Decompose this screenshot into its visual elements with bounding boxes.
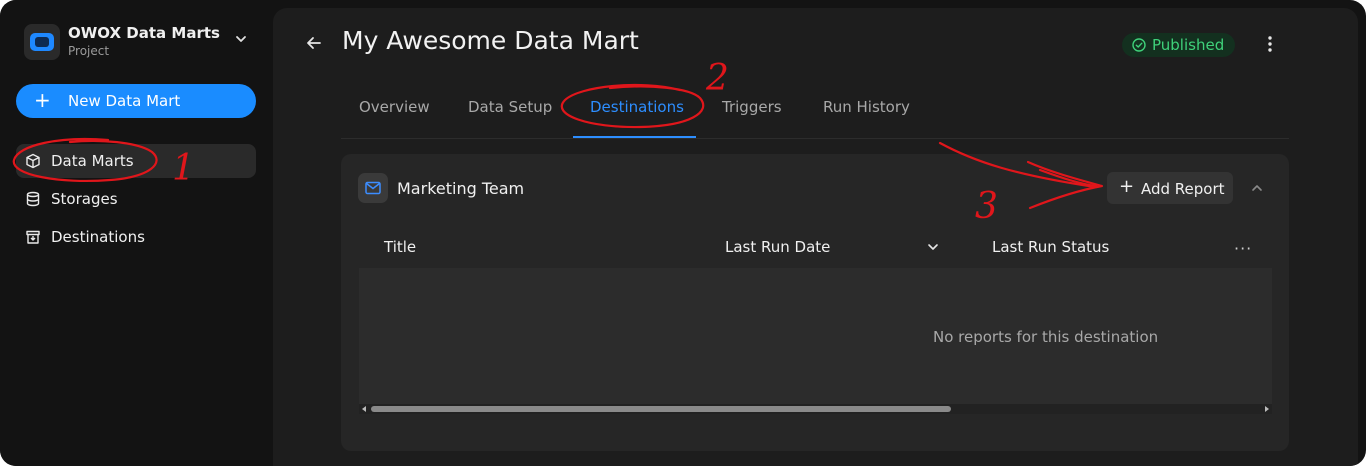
column-header-title[interactable]: Title [384, 238, 416, 256]
project-switcher[interactable]: OWOX Data Marts Project [24, 22, 256, 62]
tab-data-setup[interactable]: Data Setup [468, 98, 552, 116]
sidebar-item-data-marts[interactable]: Data Marts [16, 144, 256, 178]
sidebar: OWOX Data Marts Project + New Data Mart … [0, 0, 272, 466]
destination-panel: Marketing Team + Add Report Title Last R… [341, 154, 1289, 451]
project-logo [24, 24, 60, 60]
destination-type-badge [358, 173, 388, 203]
project-name: OWOX Data Marts [68, 24, 220, 42]
status-badge: Published [1122, 33, 1236, 57]
chevron-down-icon[interactable] [926, 240, 940, 254]
database-icon [26, 191, 40, 207]
app-window: OWOX Data Marts Project + New Data Mart … [0, 0, 1366, 466]
destination-icon [26, 230, 40, 244]
add-report-button[interactable]: + Add Report [1107, 172, 1233, 204]
sidebar-item-label: Data Marts [51, 152, 134, 170]
column-header-last-run-status[interactable]: Last Run Status [992, 238, 1109, 256]
sidebar-item-destinations[interactable]: Destinations [16, 220, 256, 254]
project-subtitle: Project [68, 44, 110, 58]
new-data-mart-button[interactable]: + New Data Mart [16, 84, 256, 118]
tab-overview[interactable]: Overview [359, 98, 430, 116]
active-tab-indicator [573, 136, 696, 138]
column-options-icon[interactable]: ··· [1234, 239, 1252, 258]
sidebar-item-storages[interactable]: Storages [16, 182, 256, 216]
check-circle-icon [1132, 38, 1146, 52]
cube-icon [26, 153, 40, 169]
scrollbar-thumb[interactable] [371, 406, 951, 412]
chevron-down-icon[interactable] [234, 32, 248, 46]
tab-bar: Overview Data Setup Destinations Trigger… [341, 90, 1289, 139]
sidebar-item-label: Destinations [51, 228, 145, 246]
main-content: My Awesome Data Mart Published Overview … [273, 8, 1358, 466]
status-label: Published [1152, 36, 1225, 54]
back-arrow-icon[interactable] [305, 34, 323, 52]
horizontal-scrollbar[interactable] [359, 404, 1272, 414]
page-title: My Awesome Data Mart [342, 26, 639, 55]
column-header-last-run-date[interactable]: Last Run Date [725, 238, 830, 256]
tab-run-history[interactable]: Run History [823, 98, 910, 116]
scroll-right-icon[interactable] [1265, 406, 1269, 412]
tab-triggers[interactable]: Triggers [722, 98, 782, 116]
add-report-label: Add Report [1141, 180, 1225, 198]
destination-title: Marketing Team [397, 179, 525, 198]
tab-destinations[interactable]: Destinations [590, 98, 684, 116]
more-options-icon[interactable] [1261, 34, 1279, 54]
plus-icon: + [34, 88, 51, 112]
scroll-left-icon[interactable] [362, 406, 366, 412]
new-data-mart-label: New Data Mart [68, 92, 181, 110]
chevron-up-icon[interactable] [1250, 181, 1264, 195]
plus-icon: + [1119, 176, 1135, 197]
empty-state-text: No reports for this destination [933, 328, 1159, 346]
mail-icon [365, 181, 381, 195]
sidebar-item-label: Storages [51, 190, 118, 208]
